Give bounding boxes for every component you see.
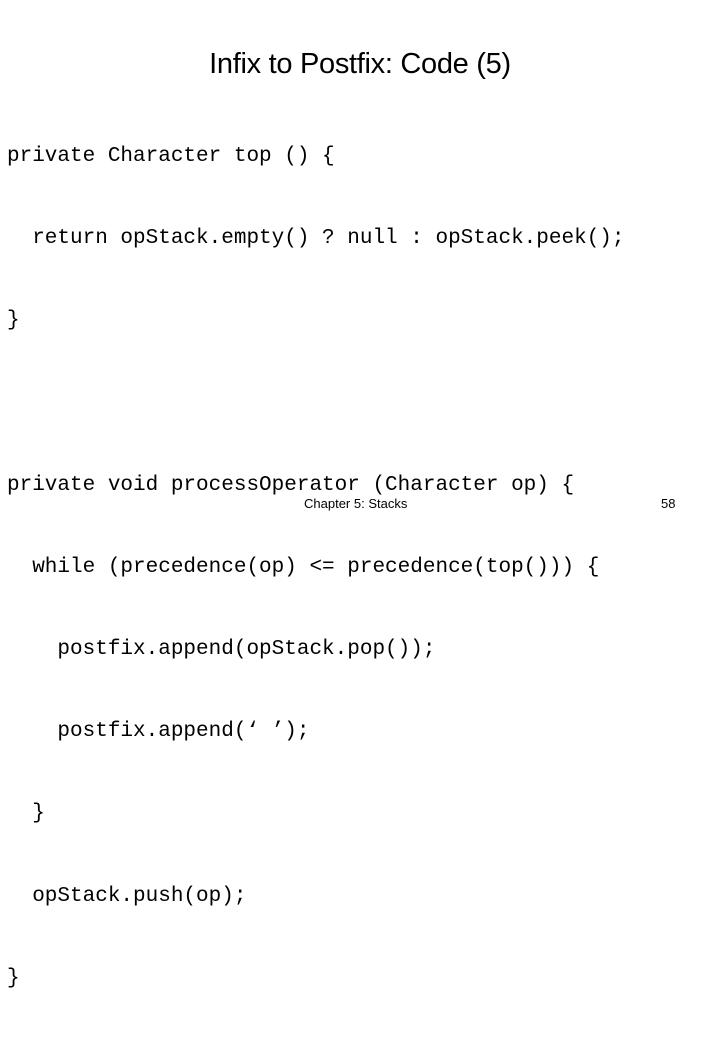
code-line: return opStack.empty() ? null : opStack.… (7, 227, 625, 251)
code-line: opStack.push(op); (7, 884, 247, 908)
code-line: } (7, 309, 20, 333)
code-line: private Character top () { (7, 144, 335, 168)
code-line: postfix.append(‘ ’); (7, 720, 310, 744)
slide-title: Infix to Postfix: Code (5) (209, 48, 511, 80)
footer-page-number: 58 (661, 496, 676, 511)
code-line: } (7, 802, 45, 826)
code-line: postfix.append(opStack.pop()); (7, 638, 436, 662)
footer-chapter: Chapter 5: Stacks (304, 496, 408, 511)
code-line: } (7, 966, 20, 990)
code-line: while (precedence(op) <= precedence(top(… (7, 555, 600, 579)
code-block: private Character top () { return opStac… (7, 88, 625, 1047)
code-line: private void processOperator (Character … (7, 473, 575, 497)
